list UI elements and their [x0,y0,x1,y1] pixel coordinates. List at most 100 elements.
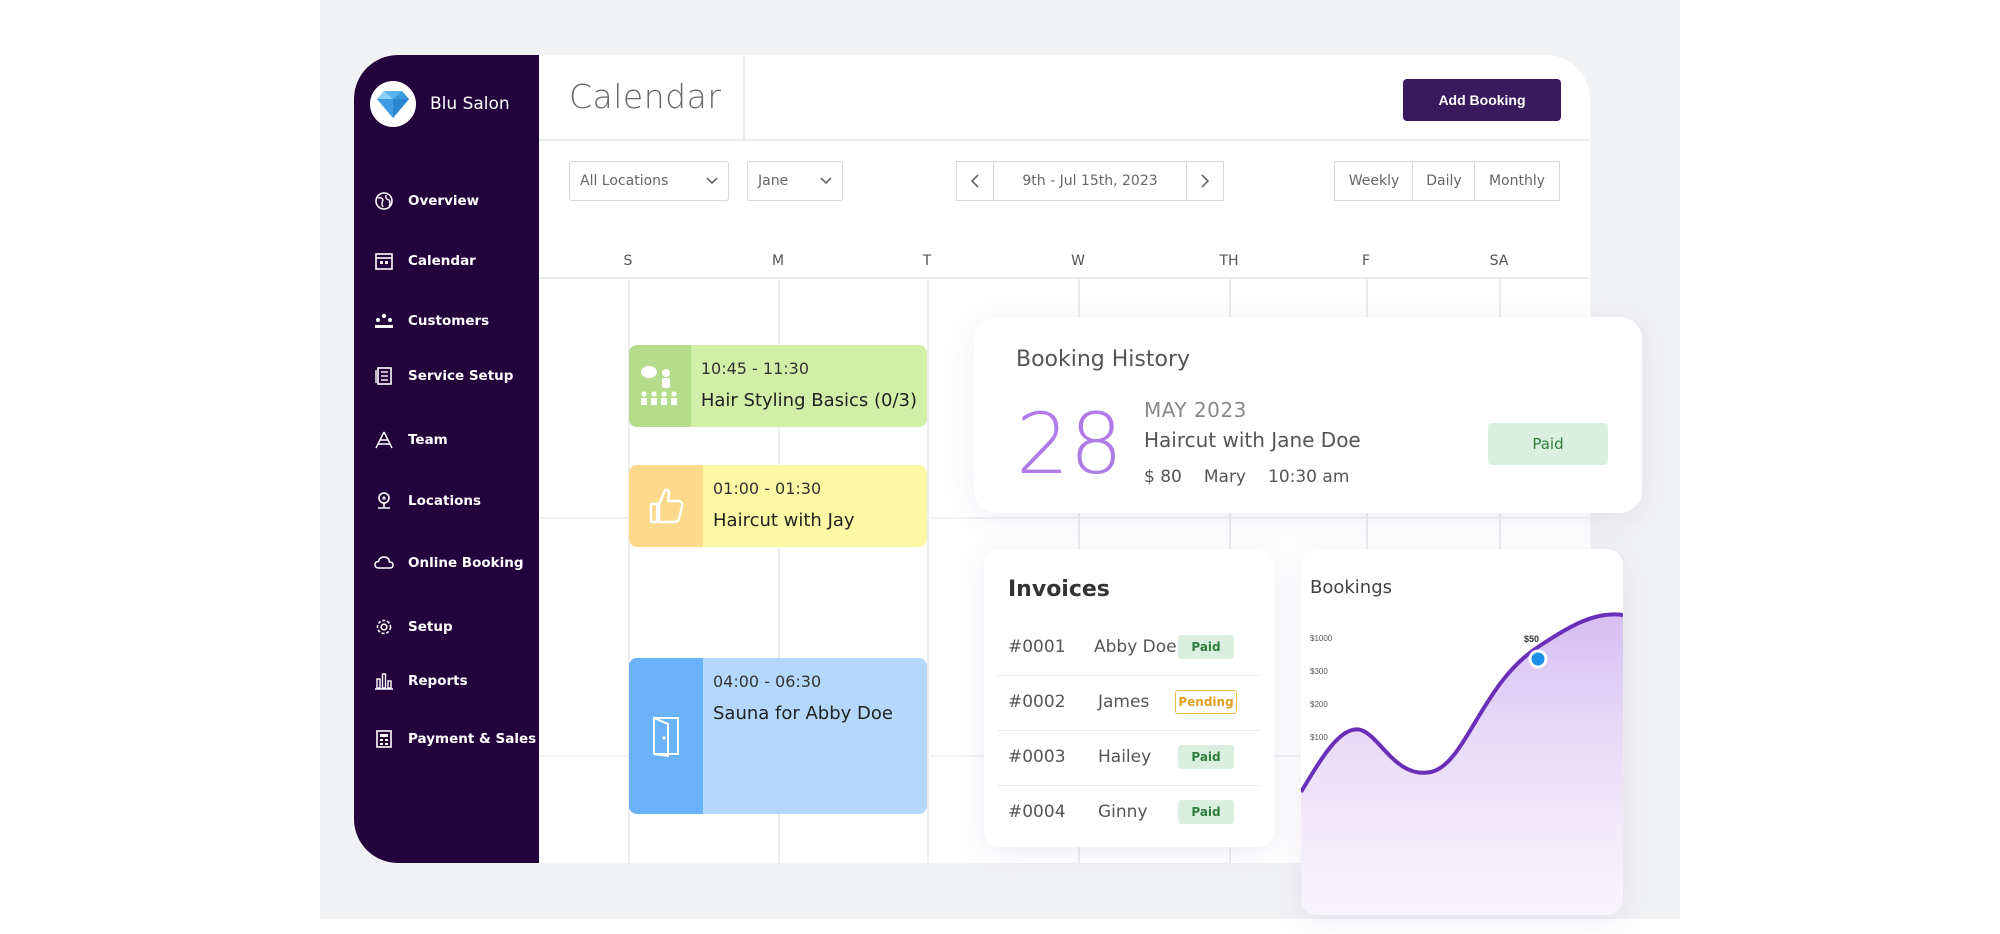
y-axis-label: $1000 [1310,634,1333,643]
invoice-id: #0003 [1008,747,1066,767]
event-time: 04:00 - 06:30 [713,672,822,691]
invoice-id: #0004 [1008,802,1066,822]
team-icon [375,431,393,449]
event-title: Hair Styling Basics (0/3) [700,390,917,411]
bookings-area [1301,614,1623,915]
view-daily-button[interactable]: Daily [1412,161,1476,201]
gear-icon [376,619,392,635]
day-header-sunday: S [623,253,633,269]
invoices-title: Invoices [1008,577,1110,602]
sidebar-item-customers[interactable]: Customers [374,311,489,331]
sidebar-item-label: Online Booking [408,555,524,571]
location-select-value: All Locations [580,173,669,189]
staff-select-value: Jane [758,173,789,189]
y-axis-label: $300 [1310,667,1328,676]
invoices-card: Invoices #0001 Abby Doe Paid #0002 James… [984,549,1274,847]
view-monthly-button[interactable]: Monthly [1474,161,1560,201]
cloud-icon [374,556,394,569]
invoice-row[interactable]: #0003 Hailey Paid [998,731,1260,786]
day-header-saturday: SA [1489,253,1509,269]
status-badge: Paid [1178,800,1234,824]
event-body: 10:45 - 11:30 Hair Styling Basics (0/3) [691,345,927,427]
thumbs-up-icon [649,488,684,524]
chevron-down-icon [706,177,718,185]
sidebar-item-online-booking[interactable]: Online Booking [374,553,524,573]
location-select[interactable]: All Locations [569,161,729,201]
bar-chart-icon [375,673,393,690]
day-header-wednesday: W [1071,253,1085,269]
globe-icon [375,192,393,210]
header: Calendar Add Booking [539,55,1590,141]
status-badge: Pending [1175,690,1237,714]
calendar-event[interactable]: 10:45 - 11:30 Hair Styling Basics (0/3) [629,345,927,427]
event-body: 04:00 - 06:30 Sauna for Abby Doe [703,658,927,814]
class-icon [640,366,677,405]
add-booking-button[interactable]: Add Booking [1403,79,1561,121]
event-icon-area [629,345,691,427]
view-weekly-button[interactable]: Weekly [1334,161,1414,201]
status-badge: Paid [1488,423,1608,465]
sidebar-item-team[interactable]: Team [374,430,448,450]
diamond-logo-icon [370,81,416,127]
day-header-thursday: TH [1219,253,1239,269]
invoice-row[interactable]: #0004 Ginny Paid [998,786,1260,841]
sidebar-item-label: Service Setup [408,368,514,384]
sidebar-item-label: Customers [408,313,490,329]
grid-column-line [927,279,929,863]
service-icon [375,367,392,385]
bookings-chart: $1000 $300 $200 $100 $50 [1301,612,1623,915]
day-header-friday: F [1361,253,1371,269]
sidebar-item-locations[interactable]: Locations [374,491,481,511]
invoice-row[interactable]: #0001 Abby Doe Paid [998,621,1260,676]
sidebar-item-setup[interactable]: Setup [374,617,453,637]
booking-staff: Mary [1203,467,1246,487]
brand-name: Blu Salon [430,94,510,114]
booking-history-card[interactable]: Booking History 28 MAY 2023 Haircut with… [974,317,1642,513]
location-icon [378,492,390,509]
booking-history-title: Booking History [1016,347,1191,372]
event-body: 01:00 - 01:30 Haircut with Jay [703,465,927,547]
booking-meta: $ 80 Mary 10:30 am [1144,467,1349,487]
highlight-label: $50 [1524,634,1539,644]
chevron-left-icon [971,174,979,188]
page-title: Calendar [569,77,722,116]
sidebar-item-calendar[interactable]: Calendar [374,251,476,271]
staff-select[interactable]: Jane [747,161,843,201]
sidebar-item-label: Reports [408,673,468,689]
sidebar-item-reports[interactable]: Reports [374,671,468,691]
bookings-chart-card: Bookings $1000 $300 $200 $100 $50 [1301,549,1623,915]
previous-week-button[interactable] [956,161,994,201]
y-axis-label: $100 [1310,733,1328,742]
y-axis-label: $200 [1310,700,1328,709]
chevron-right-icon [1201,174,1209,188]
invoice-id: #0001 [1008,637,1066,657]
event-time: 10:45 - 11:30 [700,359,810,378]
event-icon-area [629,465,703,547]
invoice-customer: James [1098,692,1150,712]
brand: Blu Salon [370,81,510,127]
sidebar-item-label: Calendar [408,253,476,269]
highlight-point [1528,649,1548,669]
status-badge: Paid [1178,745,1234,769]
next-week-button[interactable] [1186,161,1224,201]
status-badge: Paid [1178,635,1234,659]
sidebar-item-payment-sales[interactable]: Payment & Sales [374,729,536,749]
calendar-event[interactable]: 04:00 - 06:30 Sauna for Abby Doe [629,658,927,814]
receipt-icon [376,730,392,748]
sidebar-item-label: Overview [408,193,480,209]
event-title: Sauna for Abby Doe [713,703,893,724]
calendar-event[interactable]: 01:00 - 01:30 Haircut with Jay [629,465,927,547]
event-icon-area [629,658,703,814]
event-title: Haircut with Jay [713,510,855,531]
chevron-down-icon [820,177,832,185]
invoice-customer: Hailey [1098,747,1152,767]
sidebar-item-overview[interactable]: Overview [374,191,479,211]
invoice-id: #0002 [1008,692,1066,712]
invoice-row[interactable]: #0002 James Pending [998,676,1260,731]
date-range: 9th - Jul 15th, 2023 [994,161,1186,201]
sidebar-item-service-setup[interactable]: Service Setup [374,366,513,386]
sidebar-item-label: Payment & Sales [408,731,537,747]
customers-icon [375,313,393,328]
booking-month: MAY 2023 [1144,398,1247,422]
calendar-icon [375,253,393,270]
